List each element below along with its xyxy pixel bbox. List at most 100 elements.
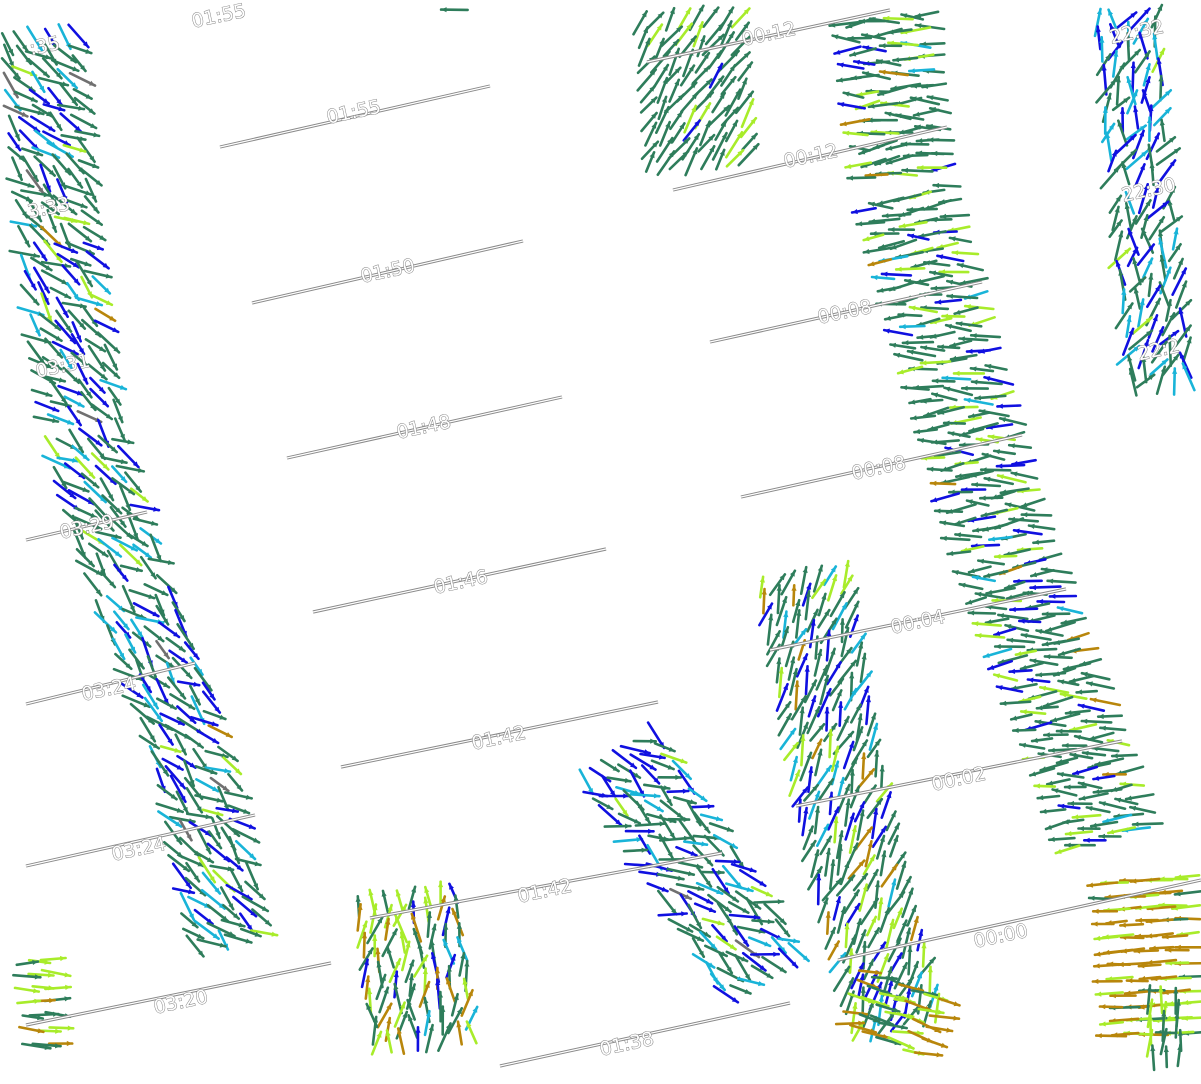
wind-vector-arrow [995,463,1026,469]
wind-vector-arrow [934,298,963,305]
wind-vector-arrow [39,225,64,249]
wind-vector-arrow [871,807,879,840]
wind-vector-arrow [1018,742,1046,750]
wind-vector-arrow [465,1020,478,1045]
wind-vector-arrow [907,945,913,976]
wind-vector-arrow [967,610,997,616]
wind-vector-arrow [28,88,51,105]
wind-vector-arrow [917,1007,945,1015]
wind-vector-arrow [887,227,916,233]
wind-vector-arrow [1129,805,1157,814]
wind-vector-arrow [906,349,937,358]
wind-vector-arrow [928,1014,961,1021]
wind-vector-arrow [16,998,42,1005]
wind-vector-arrow [699,813,724,822]
wind-vector-arrow [996,613,1029,621]
wind-vector-arrow [809,722,826,742]
wind-vector-arrow [99,378,128,391]
wind-vector-arrow [1045,778,1071,786]
wind-vector-arrow [143,582,169,597]
wind-vector-arrow [880,271,913,277]
wind-vector-arrow [8,249,41,258]
wind-vector-arrow [224,791,253,800]
wind-vector-arrow [5,177,35,188]
wind-vector-arrow [437,1022,452,1052]
wind-vector-arrow [666,867,696,877]
wind-vector-arrow [914,10,940,18]
time-track-line: 00:08 [709,280,983,344]
wind-vector-arrow [1081,750,1107,757]
wind-vector-arrow [693,902,717,914]
wind-vector-arrow [828,791,834,816]
wind-vector-arrow [836,776,845,799]
wind-vector-arrow [1128,367,1138,397]
wind-vector-arrow [881,212,912,219]
wind-vector-arrow [599,758,620,773]
time-track-line: 01:48 [286,395,563,460]
wind-vector-arrow [837,102,867,110]
wind-vector-arrow [846,842,859,866]
wind-vector-arrow [232,895,258,918]
wind-vector-arrow [1155,147,1181,166]
wind-vector-arrow [155,654,176,669]
wind-vector-arrow [992,627,1017,637]
wind-vector-arrow [1119,922,1145,928]
wind-vector-arrow [807,766,814,794]
wind-vector-arrow [863,784,877,805]
wind-vector-arrow [909,915,919,942]
wind-vector-arrow [1128,276,1147,293]
wind-vector-arrow [824,847,831,877]
wind-vector-arrow [632,738,658,744]
wind-vector-arrow [39,955,67,962]
wind-vector-arrow [952,370,986,376]
wind-vector-arrow [876,285,902,293]
wind-vector-arrow [18,129,40,151]
wind-vector-arrow [725,914,739,936]
wind-vector-arrow [1047,836,1076,842]
wind-vector-arrow [1098,833,1122,839]
time-label: 03:24 [80,673,138,706]
wind-vector-arrow [1150,1044,1156,1072]
wind-vector-arrow [737,61,754,82]
wind-vector-arrow [670,122,686,144]
wind-vector-arrow [127,533,149,548]
wind-vector-arrow [1077,703,1106,713]
wind-vector-arrow [930,492,961,503]
wind-vector-arrow [761,587,767,615]
wind-vector-arrow [82,241,104,251]
wind-vector-arrow [159,745,182,754]
wind-vector-arrow [653,37,665,62]
wind-vector-arrow [1121,288,1127,315]
wind-vector-arrow [858,883,869,912]
wind-vector-arrow [712,833,739,850]
wind-vector-arrow [611,748,638,770]
wind-vector-arrow [423,896,430,924]
wind-vector-arrow [1133,105,1140,130]
wind-vector-arrow [794,608,802,639]
wind-vector-arrow [39,327,63,343]
wind-vector-arrow [668,78,681,103]
wind-vector-arrow [17,225,31,248]
wind-vector-arrow [879,764,885,791]
wind-vector-arrow [901,340,935,346]
wind-vector-arrow [682,840,709,847]
wind-vector-arrow [119,564,143,573]
wind-vector-arrow [624,828,655,834]
wind-vector-arrow [951,250,980,256]
wind-vector-arrow [1064,830,1094,837]
wind-vector-arrow [1032,539,1056,545]
wind-vector-arrow [635,800,652,825]
time-label: 00:12 [782,140,840,173]
wind-vector-arrow [1155,136,1177,153]
wind-vector-arrow [642,783,671,791]
wind-vector-arrow [1059,692,1088,701]
wind-vector-arrow [913,428,939,435]
wind-vector-arrow [865,868,879,892]
wind-vector-arrow [31,70,46,94]
wind-vector-arrow [1089,697,1122,707]
wind-vector-arrow [1110,753,1138,759]
wind-vector-arrow [999,700,1032,706]
time-track-line: 01:38 [499,1001,791,1068]
time-label: 01:46 [432,566,490,599]
wind-vector-arrow [93,319,120,334]
